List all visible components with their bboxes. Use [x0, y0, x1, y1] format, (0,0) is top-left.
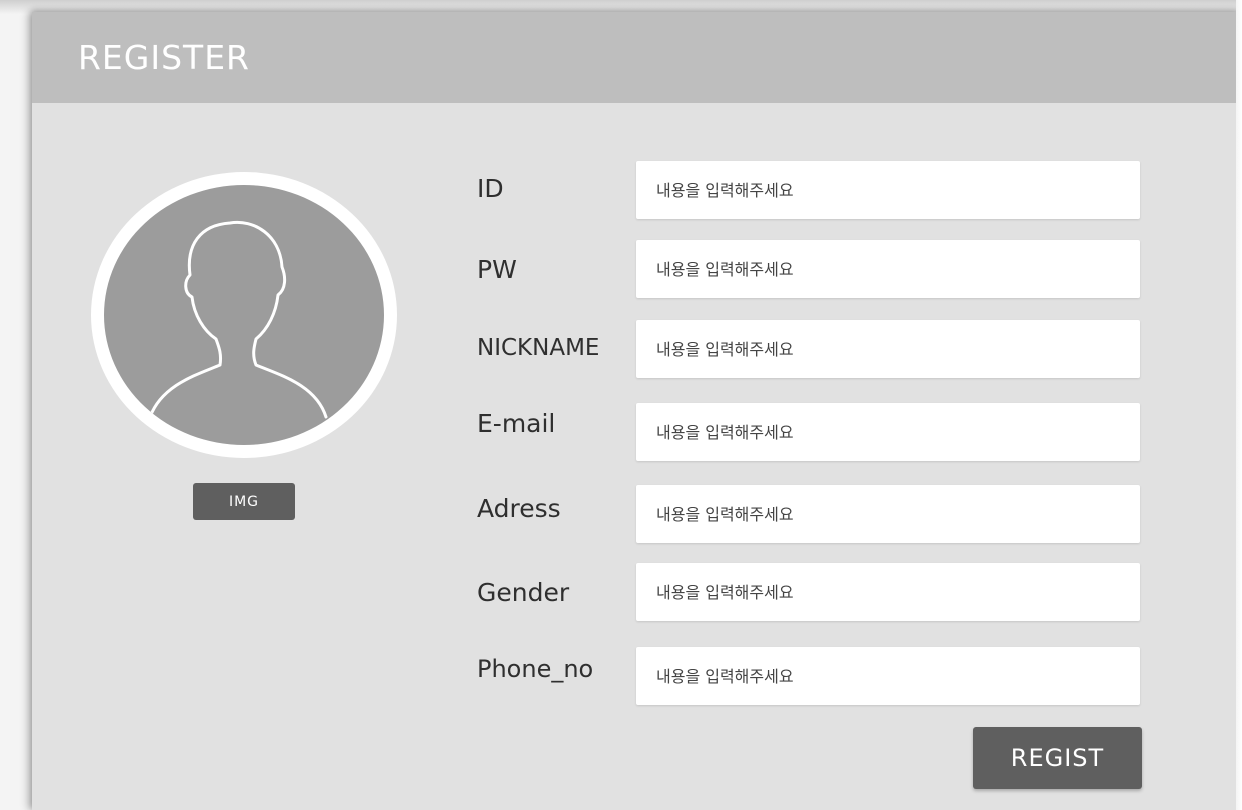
pw-field[interactable] [636, 240, 1140, 298]
page-title: REGISTER [78, 38, 250, 77]
regist-button[interactable]: REGIST [973, 727, 1142, 789]
id-label: ID [477, 174, 504, 203]
email-field[interactable] [636, 403, 1140, 461]
address-field[interactable] [636, 485, 1140, 543]
avatar [91, 172, 397, 458]
id-field[interactable] [636, 161, 1140, 219]
register-panel: REGISTER IMG ID PW NICKNAME E-mail Adres… [32, 12, 1242, 810]
user-silhouette-icon [148, 220, 328, 419]
gender-label: Gender [477, 578, 570, 607]
nickname-field[interactable] [636, 320, 1140, 378]
phone-label: Phone_no [477, 655, 594, 683]
phone-field[interactable] [636, 647, 1140, 705]
gender-field[interactable] [636, 563, 1140, 621]
upload-image-button[interactable]: IMG [193, 483, 295, 520]
pw-label: PW [477, 255, 517, 284]
panel-header: REGISTER [32, 12, 1242, 103]
nickname-label: NICKNAME [477, 335, 600, 361]
email-label: E-mail [477, 409, 556, 438]
address-label: Adress [477, 494, 561, 523]
right-edge [1236, 0, 1242, 810]
